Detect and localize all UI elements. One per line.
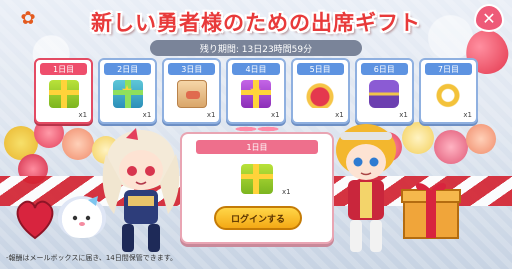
heart-gift-box-icon [12, 196, 58, 240]
day-label: 2日目 [104, 63, 152, 75]
treasure-chest-icon [369, 80, 400, 108]
day-card-2[interactable]: 2日目 ★ x1 [98, 58, 158, 124]
reward-quantity: x1 [282, 188, 291, 196]
day-quantity: x1 [78, 111, 88, 119]
footer-note: -報酬はメールボックスに届き、14日間保管できます。 [6, 254, 178, 262]
today-reward-panel: 1日目 x1 ログインする [180, 122, 334, 244]
page-title: 新しい勇者様のための出席ギフト [91, 11, 421, 35]
day-card-6[interactable]: 6日目 x1 [354, 58, 414, 124]
title-banner: 新しい勇者様のための出席ギフト [60, 4, 452, 40]
close-button[interactable]: ✕ [474, 4, 504, 32]
green-gift-box-icon [241, 164, 273, 194]
day-card-4[interactable]: 4日目 ★ x1 [226, 58, 286, 124]
remaining-time-text: 残り期間: 13日23時間59分 [199, 44, 313, 55]
boy-hero-character [326, 118, 406, 258]
day-quantity: x1 [142, 111, 152, 119]
day-card-5[interactable]: 5日目 x1 [290, 58, 350, 124]
teal-star-gift-box-icon: ★ [112, 80, 143, 108]
girl-hero-character [96, 124, 186, 260]
close-icon: ✕ [482, 8, 496, 28]
day-label: 3日目 [168, 63, 216, 75]
day-label: 4日目 [232, 63, 280, 75]
day-card-1[interactable]: 1日目 x1 [34, 58, 94, 124]
purple-star-gift-box-icon: ★ [240, 80, 271, 108]
day-quantity: x1 [270, 111, 280, 119]
day-label: 6日目 [360, 63, 408, 75]
day-label: 1日目 [40, 63, 88, 75]
reward-day-label: 1日目 [196, 140, 318, 154]
red-pouch-icon [305, 80, 336, 108]
login-button[interactable]: ログインする [214, 206, 302, 230]
cardboard-box-icon [176, 80, 207, 108]
day-quantity: x1 [206, 111, 216, 119]
day-card-7[interactable]: 7日目 x1 [418, 58, 478, 124]
remaining-time-bar: 残り期間: 13日23時間59分 [150, 40, 362, 56]
day-card-3[interactable]: 3日目 x1 [162, 58, 222, 124]
large-gift-box-icon [400, 178, 462, 240]
green-gift-box-icon [48, 80, 79, 108]
ribbon-bow-icon [235, 122, 279, 136]
day-label: 5日目 [296, 63, 344, 75]
attendance-days-row: 1日目 x1 2日目 ★ x1 3日目 x1 4日目 ★ x1 5日目 x1 6… [34, 58, 478, 124]
maple-leaf-icon: ✿ [20, 7, 36, 29]
gold-ring-icon [433, 80, 464, 108]
day-quantity: x1 [463, 111, 472, 119]
day-label: 7日目 [424, 63, 472, 75]
